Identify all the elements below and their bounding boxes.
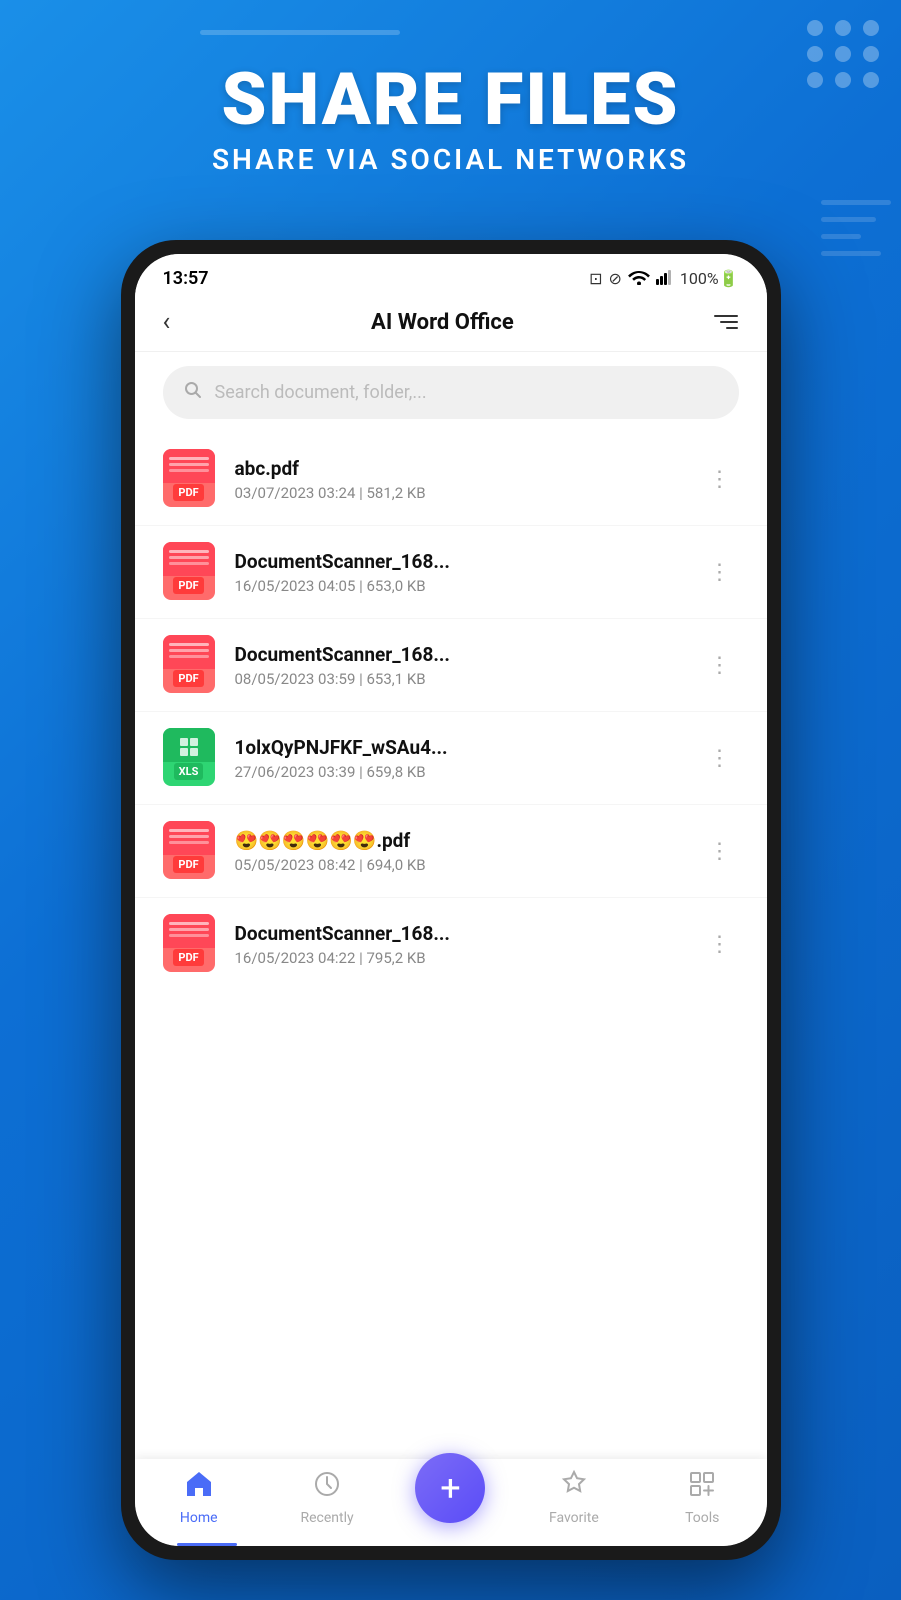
file-icon-pdf: PDF [163,635,219,695]
status-bar: 13:57 ⊡ ⊘ [135,254,767,297]
page-title: AI Word Office [371,310,514,335]
notification-icon: ⊡ [589,269,602,288]
file-icon-pdf: PDF [163,914,219,974]
file-type-badge: XLS [174,763,204,780]
nav-label-tools: Tools [685,1510,719,1526]
bg-decoration-line [200,30,400,35]
grid-icon [180,738,198,756]
file-info: DocumentScanner_168... 16/05/2023 04:05 … [235,550,685,595]
list-item[interactable]: PDF DocumentScanner_168... 08/05/2023 03… [135,619,767,712]
file-meta: 16/05/2023 04:05 | 653,0 KB [235,577,685,595]
nav-active-indicator [177,1543,237,1546]
file-type-badge: PDF [173,949,203,966]
file-more-button[interactable]: ⋮ [701,556,739,589]
top-nav: ‹ AI Word Office [135,297,767,352]
fab-add-button[interactable]: + [415,1453,485,1523]
file-type-badge: PDF [173,577,203,594]
filter-line-2 [720,321,738,323]
home-icon [184,1469,214,1506]
search-area: Search document, folder,... [135,352,767,433]
status-icons: ⊡ ⊘ [589,269,738,289]
file-type-badge: PDF [173,856,203,873]
wifi-icon [628,269,650,289]
tools-icon [687,1469,717,1506]
file-list: PDF abc.pdf 03/07/2023 03:24 | 581,2 KB … [135,433,767,1459]
phone-screen: 13:57 ⊡ ⊘ [135,254,767,1546]
list-item[interactable]: PDF DocumentScanner_168... 16/05/2023 04… [135,898,767,990]
promo-subtitle: SHARE VIA SOCIAL NETWORKS [0,143,901,176]
nav-item-favorite[interactable]: Favorite [534,1469,614,1526]
phone-frame: 13:57 ⊡ ⊘ [121,240,781,1560]
back-button[interactable]: ‹ [163,307,171,337]
file-meta: 05/05/2023 08:42 | 694,0 KB [235,856,685,874]
nav-label-home: Home [180,1510,218,1526]
file-more-button[interactable]: ⋮ [701,649,739,682]
file-info: 1olxQyPNJFKF_wSAu4... 27/06/2023 03:39 |… [235,736,685,781]
file-meta: 27/06/2023 03:39 | 659,8 KB [235,763,685,781]
file-more-button[interactable]: ⋮ [701,835,739,868]
search-input[interactable]: Search document, folder,... [215,382,427,403]
search-box[interactable]: Search document, folder,... [163,366,739,419]
file-info: abc.pdf 03/07/2023 03:24 | 581,2 KB [235,457,685,502]
file-more-button[interactable]: ⋮ [701,742,739,775]
plus-icon: + [440,1470,460,1506]
nav-item-home[interactable]: Home [159,1469,239,1526]
file-meta: 08/05/2023 03:59 | 653,1 KB [235,670,685,688]
file-meta: 03/07/2023 03:24 | 581,2 KB [235,484,685,502]
file-name: DocumentScanner_168... [235,550,685,573]
file-name: 1olxQyPNJFKF_wSAu4... [235,736,685,759]
nav-label-favorite: Favorite [549,1510,599,1526]
file-icon-pdf: PDF [163,821,219,881]
file-icon-pdf: PDF [163,542,219,602]
signal-icon [656,269,674,289]
promo-header: SHARE FILES SHARE VIA SOCIAL NETWORKS [0,60,901,176]
status-time: 13:57 [163,268,209,289]
file-meta: 16/05/2023 04:22 | 795,2 KB [235,949,685,967]
nav-label-recently: Recently [301,1510,354,1526]
file-type-badge: PDF [173,670,203,687]
file-name: DocumentScanner_168... [235,643,685,666]
file-name: DocumentScanner_168... [235,922,685,945]
nav-item-recently[interactable]: Recently [287,1469,367,1526]
file-name: abc.pdf [235,457,685,480]
file-info: DocumentScanner_168... 08/05/2023 03:59 … [235,643,685,688]
filter-button[interactable] [714,315,738,329]
filter-line-3 [726,327,738,329]
clock-icon [312,1469,342,1506]
list-item[interactable]: PDF abc.pdf 03/07/2023 03:24 | 581,2 KB … [135,433,767,526]
list-item[interactable]: PDF 😍😍😍😍😍😍.pdf 05/05/2023 08:42 | 694,0 … [135,805,767,898]
bottom-nav: Home Recently + [135,1459,767,1546]
list-item[interactable]: PDF DocumentScanner_168... 16/05/2023 04… [135,526,767,619]
filter-line-1 [714,315,738,317]
file-more-button[interactable]: ⋮ [701,463,739,496]
list-item[interactable]: XLS 1olxQyPNJFKF_wSAu4... 27/06/2023 03:… [135,712,767,805]
file-type-badge: PDF [173,484,203,501]
battery-icon: 100%🔋 [680,269,739,288]
file-name: 😍😍😍😍😍😍.pdf [235,829,685,852]
file-icon-xls: XLS [163,728,219,788]
file-info: DocumentScanner_168... 16/05/2023 04:22 … [235,922,685,967]
file-info: 😍😍😍😍😍😍.pdf 05/05/2023 08:42 | 694,0 KB [235,829,685,874]
nav-item-tools[interactable]: Tools [662,1469,742,1526]
promo-title: SHARE FILES [0,60,901,139]
file-more-button[interactable]: ⋮ [701,928,739,961]
sync-icon: ⊘ [608,269,621,288]
file-icon-pdf: PDF [163,449,219,509]
star-icon [559,1469,589,1506]
search-icon [183,380,203,405]
bg-decoration-lines-right [821,200,901,256]
